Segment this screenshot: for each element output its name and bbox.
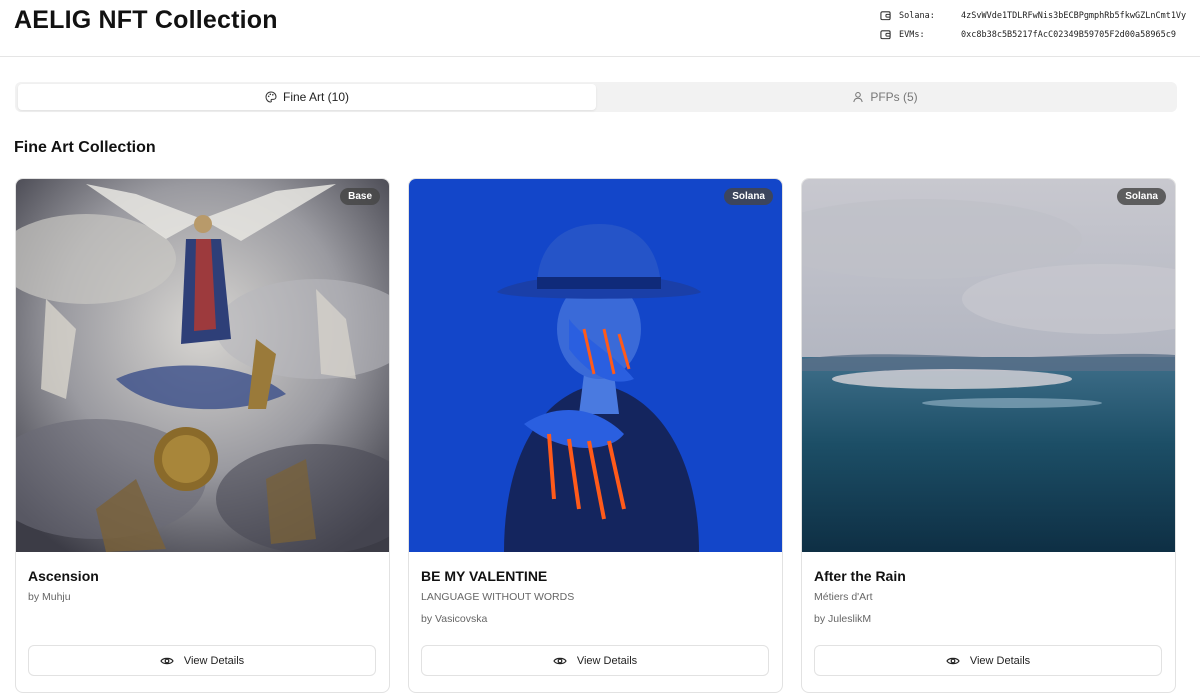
- eye-icon: [160, 657, 174, 664]
- nft-subtitle: Métiers d'Art: [814, 591, 873, 603]
- nft-artist: by Muhju: [28, 591, 71, 603]
- view-details-button[interactable]: View Details: [814, 645, 1162, 676]
- nft-card-after-the-rain[interactable]: Solana After the Rain Métiers d'Art by J…: [801, 178, 1176, 693]
- wallet-icon: [880, 30, 891, 40]
- nft-title: After the Rain: [814, 568, 906, 584]
- nft-card-ascension[interactable]: Base Ascension by Muhju View Details: [15, 178, 390, 693]
- page-header: AELIG NFT Collection Solana: 4zSvWVde1TD…: [0, 0, 1200, 57]
- eye-icon: [553, 657, 567, 664]
- nft-image-be-my-valentine[interactable]: Solana: [409, 179, 782, 552]
- wallet-address-solana[interactable]: 4zSvWVde1TDLRFwNis3bECBPgmphRb5fkwGZLnCm…: [961, 11, 1186, 21]
- user-icon: [853, 92, 864, 103]
- nft-card-be-my-valentine[interactable]: Solana BE MY VALENTINE LANGUAGE WITHOUT …: [408, 178, 783, 693]
- palette-icon: [265, 91, 277, 103]
- wallet-addresses: Solana: 4zSvWVde1TDLRFwNis3bECBPgmphRb5f…: [880, 6, 1186, 44]
- wallet-row-solana: Solana: 4zSvWVde1TDLRFwNis3bECBPgmphRb5f…: [880, 6, 1186, 25]
- collection-tabs: Fine Art (10) PFPs (5): [15, 82, 1177, 112]
- view-details-label: View Details: [969, 654, 1031, 667]
- tab-pfps-label: PFPs (5): [870, 90, 918, 104]
- wallet-label-solana: Solana:: [899, 10, 935, 21]
- wallet-icon: [880, 11, 891, 21]
- nft-title: Ascension: [28, 568, 99, 584]
- chain-badge: Solana: [1117, 188, 1166, 205]
- nft-title: BE MY VALENTINE: [421, 568, 548, 584]
- view-details-button[interactable]: View Details: [421, 645, 769, 676]
- nft-artist: by Vasicovska: [421, 613, 488, 625]
- view-details-button[interactable]: View Details: [28, 645, 376, 676]
- chain-badge: Base: [340, 188, 380, 205]
- tab-fine-art-label: Fine Art (10): [282, 90, 350, 104]
- chain-badge: Solana: [724, 188, 773, 205]
- section-title: Fine Art Collection: [14, 139, 156, 156]
- wallet-row-evm: EVMs: 0xc8b38c5B5217fAcC02349B59705F2d00…: [880, 25, 1186, 44]
- eye-icon: [946, 657, 960, 664]
- nft-subtitle: LANGUAGE WITHOUT WORDS: [421, 591, 575, 603]
- tab-fine-art[interactable]: Fine Art (10): [18, 84, 596, 110]
- page-title: AELIG NFT Collection: [14, 6, 278, 34]
- nft-image-after-the-rain[interactable]: Solana: [802, 179, 1175, 552]
- view-details-label: View Details: [183, 654, 245, 667]
- nft-image-ascension[interactable]: Base: [16, 179, 389, 552]
- wallet-address-evm[interactable]: 0xc8b38c5B5217fAcC02349B59705F2d00a58965…: [961, 30, 1176, 40]
- view-details-label: View Details: [576, 654, 638, 667]
- wallet-label-evm: EVMs:: [899, 29, 925, 40]
- nft-artist: by JuleslikM: [814, 613, 872, 625]
- tab-pfps[interactable]: PFPs (5): [596, 84, 1174, 110]
